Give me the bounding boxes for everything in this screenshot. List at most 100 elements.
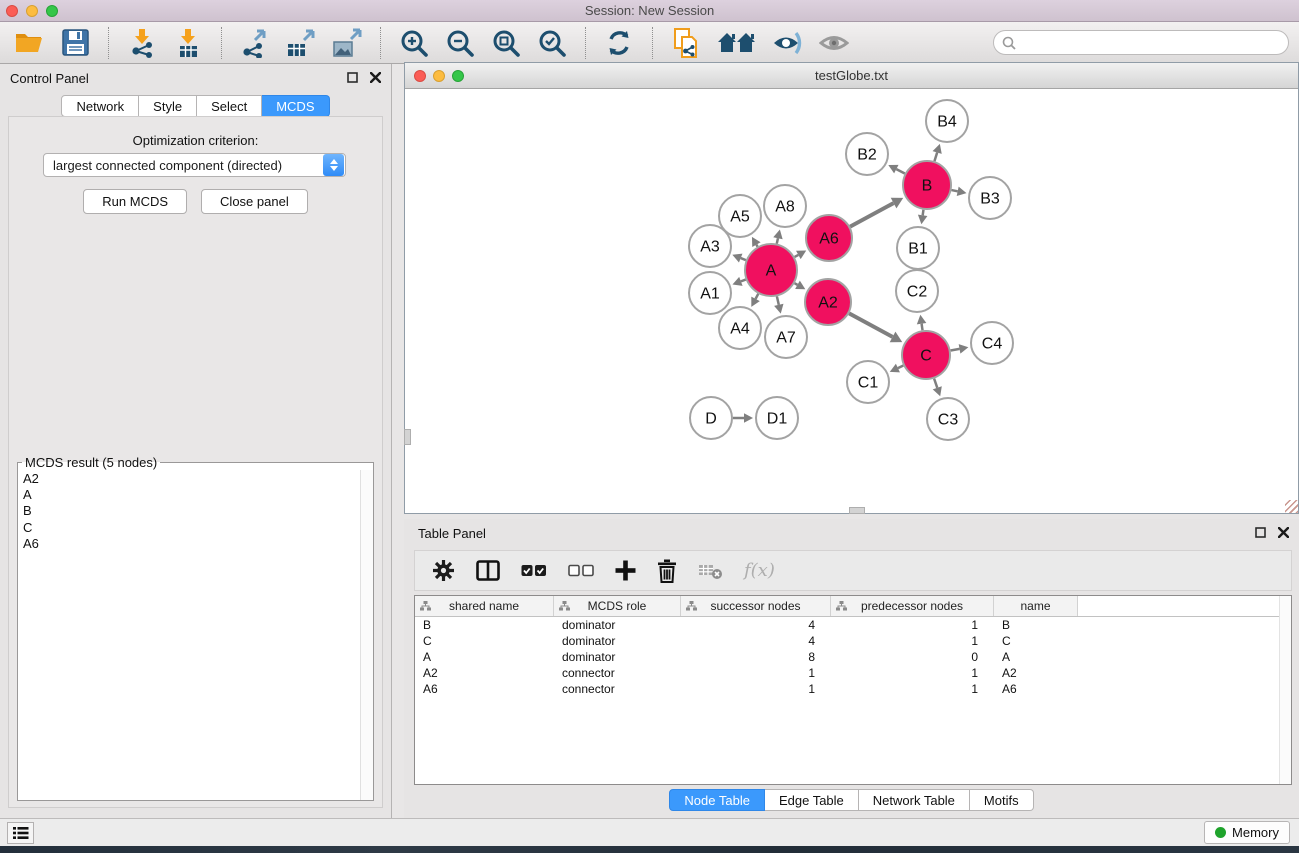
column-header-predecessor-nodes[interactable]: predecessor nodes xyxy=(831,596,994,616)
table-cell[interactable]: C xyxy=(994,634,1078,648)
table-cell[interactable]: dominator xyxy=(554,634,681,648)
graph-edge[interactable] xyxy=(922,324,923,331)
mcds-result-item[interactable]: C xyxy=(23,520,373,536)
close-panel-button[interactable]: Close panel xyxy=(201,189,308,214)
search-input[interactable] xyxy=(1021,35,1288,50)
graph-edge[interactable] xyxy=(756,245,757,247)
apply-layout-icon[interactable] xyxy=(600,25,638,61)
table-cell[interactable]: 8 xyxy=(681,650,831,664)
graph-edge[interactable] xyxy=(951,190,957,191)
column-header-mcds-role[interactable]: MCDS role xyxy=(554,596,681,616)
table-cell[interactable]: A2 xyxy=(415,666,554,680)
table-cell[interactable]: connector xyxy=(554,682,681,696)
duplicate-network-icon[interactable] xyxy=(667,25,705,61)
table-settings-icon[interactable] xyxy=(432,559,455,582)
tab-network-table[interactable]: Network Table xyxy=(859,789,970,811)
table-cell[interactable]: 1 xyxy=(831,682,994,696)
float-panel-icon[interactable] xyxy=(1255,527,1266,538)
memory-button[interactable]: Memory xyxy=(1204,821,1290,844)
tab-select[interactable]: Select xyxy=(197,95,262,117)
import-table-icon[interactable] xyxy=(169,25,207,61)
table-row[interactable]: A6connector11A6 xyxy=(415,681,1291,697)
zoom-selected-icon[interactable] xyxy=(533,25,571,61)
graph-edge[interactable] xyxy=(951,349,960,351)
table-cell[interactable]: dominator xyxy=(554,650,681,664)
table-cell[interactable]: C xyxy=(415,634,554,648)
result-scrollbar[interactable] xyxy=(360,470,373,800)
graph-edge[interactable] xyxy=(741,280,746,282)
export-image-icon[interactable] xyxy=(328,25,366,61)
home-icon[interactable] xyxy=(713,25,761,61)
show-eye-icon[interactable] xyxy=(815,25,853,61)
table-cell[interactable]: 1 xyxy=(681,682,831,696)
table-cell[interactable]: A xyxy=(994,650,1078,664)
table-cell[interactable]: 1 xyxy=(681,666,831,680)
graph-edge[interactable] xyxy=(934,379,937,388)
criterion-dropdown[interactable]: largest connected component (directed) xyxy=(43,153,346,177)
table-cell[interactable]: 4 xyxy=(681,634,831,648)
network-minimize-button[interactable] xyxy=(433,70,445,82)
close-panel-icon[interactable] xyxy=(1278,527,1289,538)
graph-edge[interactable] xyxy=(741,258,746,260)
deselect-all-icon[interactable] xyxy=(568,564,594,577)
network-canvas[interactable]: AA6A2BCA1A3A4A5A7A8B1B2B3B4C1C2C3C4DD1 xyxy=(405,89,1298,513)
table-row[interactable]: A2connector11A2 xyxy=(415,665,1291,681)
delete-row-icon[interactable] xyxy=(657,559,677,583)
graph-edge[interactable] xyxy=(795,255,799,257)
network-window-titlebar[interactable]: testGlobe.txt xyxy=(405,63,1298,89)
vertical-scroll-handle[interactable] xyxy=(404,429,411,445)
tab-network[interactable]: Network xyxy=(61,95,139,117)
zoom-fit-icon[interactable] xyxy=(487,25,525,61)
export-table-icon[interactable] xyxy=(282,25,320,61)
resize-grip[interactable] xyxy=(1285,500,1298,513)
mcds-result-item[interactable]: B xyxy=(23,503,373,519)
graph-edge[interactable] xyxy=(795,283,798,285)
table-row[interactable]: Cdominator41C xyxy=(415,633,1291,649)
table-cell[interactable]: connector xyxy=(554,666,681,680)
task-history-button[interactable] xyxy=(7,822,34,844)
select-all-icon[interactable] xyxy=(521,564,547,577)
table-cell[interactable]: 1 xyxy=(831,666,994,680)
network-close-button[interactable] xyxy=(414,70,426,82)
minimize-window-button[interactable] xyxy=(26,5,38,17)
hide-eye-icon[interactable] xyxy=(769,25,807,61)
table-cell[interactable]: 1 xyxy=(831,618,994,632)
table-cell[interactable]: A6 xyxy=(994,682,1078,696)
close-panel-icon[interactable] xyxy=(370,72,381,83)
horizontal-scroll-handle[interactable] xyxy=(849,507,865,514)
search-field[interactable] xyxy=(993,30,1289,55)
graph-edge[interactable] xyxy=(849,313,892,337)
zoom-window-button[interactable] xyxy=(46,5,58,17)
float-panel-icon[interactable] xyxy=(347,72,358,83)
mcds-result-item[interactable]: A2 xyxy=(23,471,373,487)
column-header-shared-name[interactable]: shared name xyxy=(415,596,554,616)
table-cell[interactable]: B xyxy=(415,618,554,632)
add-row-icon[interactable] xyxy=(615,560,636,581)
tab-mcds[interactable]: MCDS xyxy=(262,95,329,117)
zoom-in-icon[interactable] xyxy=(395,25,433,61)
table-row[interactable]: Bdominator41B xyxy=(415,617,1291,633)
table-cell[interactable]: 1 xyxy=(831,634,994,648)
table-cell[interactable]: A2 xyxy=(994,666,1078,680)
table-cell[interactable]: A xyxy=(415,650,554,664)
table-cell[interactable]: B xyxy=(994,618,1078,632)
tab-edge-table[interactable]: Edge Table xyxy=(765,789,859,811)
tab-style[interactable]: Style xyxy=(139,95,197,117)
table-cell[interactable]: A6 xyxy=(415,682,554,696)
column-header-successor-nodes[interactable]: successor nodes xyxy=(681,596,831,616)
network-zoom-button[interactable] xyxy=(452,70,464,82)
graph-edge[interactable] xyxy=(777,238,778,243)
run-mcds-button[interactable]: Run MCDS xyxy=(83,189,187,214)
table-cell[interactable]: 0 xyxy=(831,650,994,664)
graph-edge[interactable] xyxy=(923,210,924,216)
graph-edge[interactable] xyxy=(896,169,904,173)
table-cell[interactable]: dominator xyxy=(554,618,681,632)
table-row[interactable]: Adominator80A xyxy=(415,649,1291,665)
graph-edge[interactable] xyxy=(777,296,779,304)
zoom-out-icon[interactable] xyxy=(441,25,479,61)
tab-node-table[interactable]: Node Table xyxy=(669,789,765,811)
save-session-icon[interactable] xyxy=(56,25,94,61)
open-session-icon[interactable] xyxy=(10,25,48,61)
graph-edge[interactable] xyxy=(756,294,759,299)
show-columns-icon[interactable] xyxy=(476,560,500,581)
